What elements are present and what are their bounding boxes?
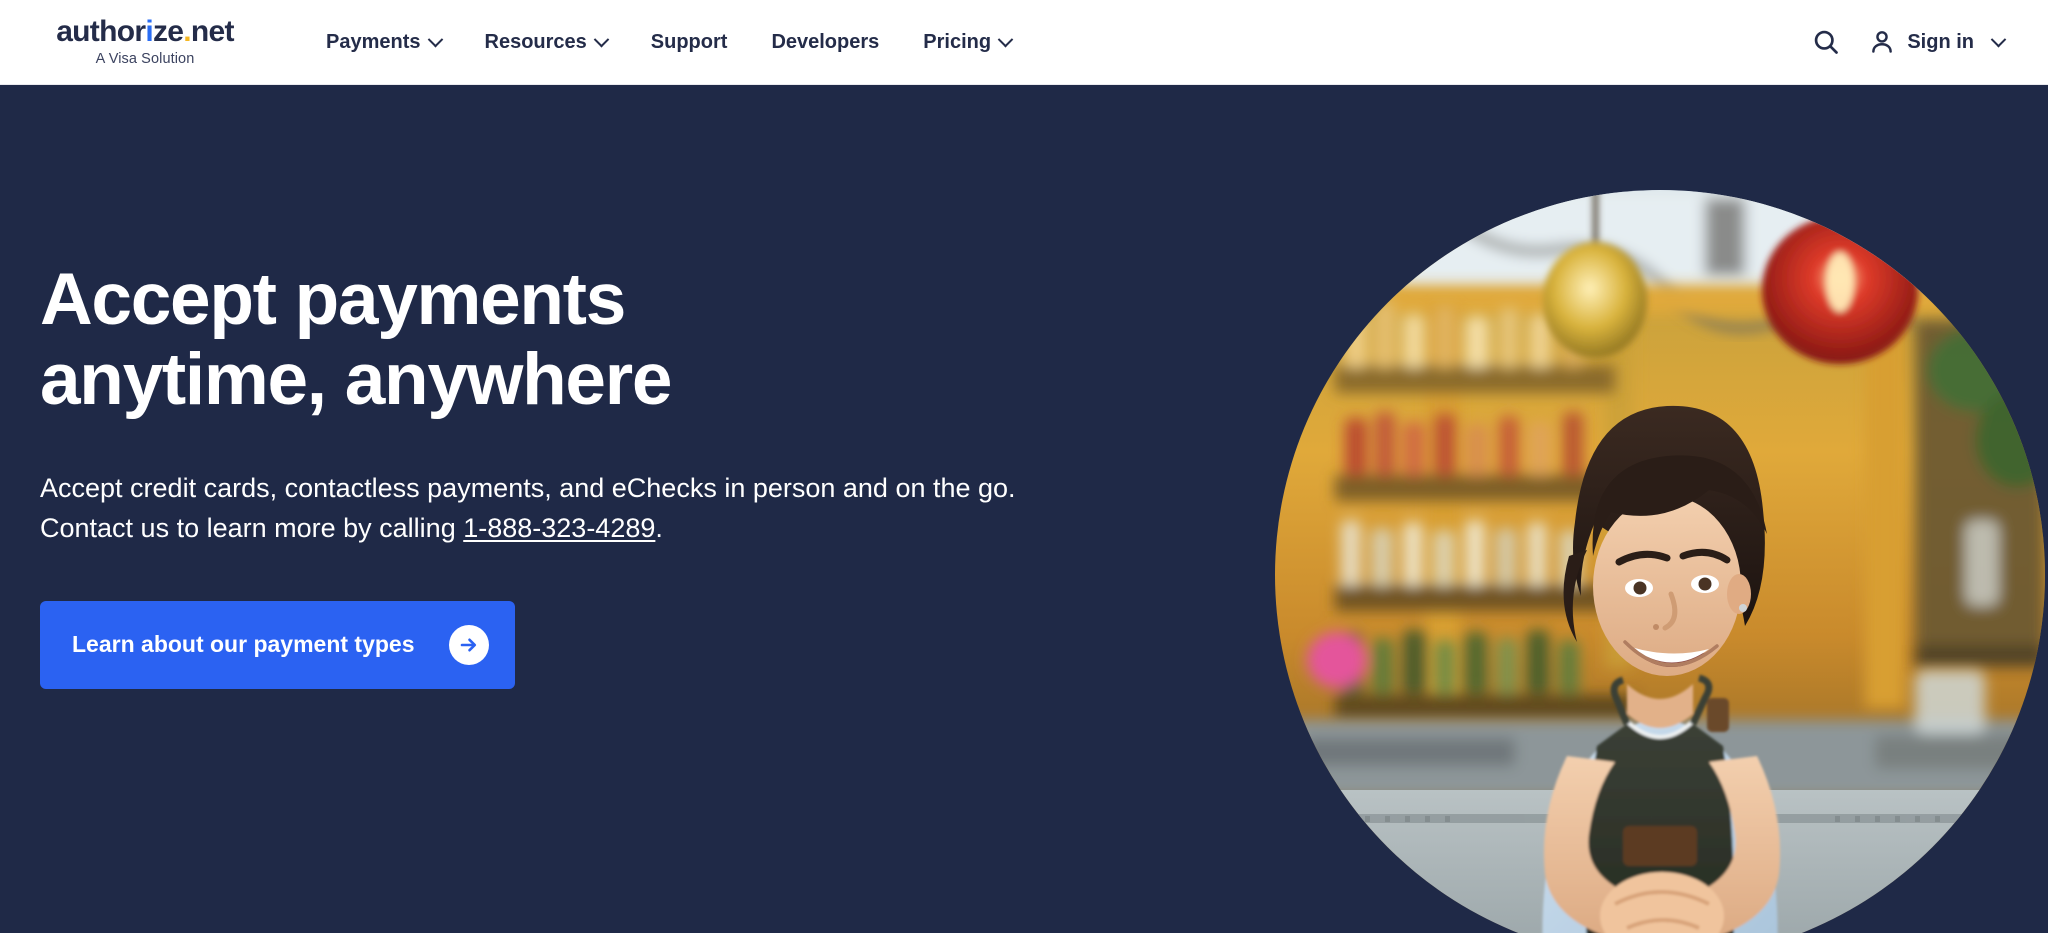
site-logo[interactable]: authorize.net A Visa Solution	[30, 17, 260, 67]
chevron-down-icon	[593, 31, 610, 47]
hero-photo	[1275, 190, 2045, 933]
logo-text-authorize: author	[56, 15, 146, 49]
chevron-down-icon	[1990, 31, 2007, 47]
logo-tagline: A Visa Solution	[95, 51, 195, 68]
logo-yellow-dot: .	[183, 15, 191, 49]
nav-item-resources[interactable]: Resources	[463, 21, 629, 64]
nav-item-support[interactable]: Support	[629, 21, 750, 64]
logo-text-ze: ze	[152, 15, 184, 49]
sign-in-label: Sign in	[1907, 30, 1974, 53]
hero-title-line-1: Accept payments	[40, 259, 626, 340]
search-button[interactable]	[1800, 16, 1852, 68]
phone-link[interactable]: 1-888-323-4289	[463, 513, 655, 543]
logo-text-net: net	[190, 15, 235, 49]
cta-label: Learn about our payment types	[72, 631, 415, 658]
hero-section: Accept payments anytime, anywhere Accept…	[0, 85, 2048, 933]
hero-photo-illustration	[1275, 190, 2045, 933]
hero-title-line-2: anytime, anywhere	[40, 338, 672, 420]
hero-subtitle-period: .	[655, 512, 663, 543]
logo-blue-dot-i: i	[145, 15, 153, 49]
site-header: authorize.net A Visa Solution Payments R…	[0, 0, 2048, 85]
chevron-down-icon	[997, 31, 1014, 47]
hero-subtitle: Accept credit cards, contactless payment…	[40, 469, 1040, 548]
sign-in-button[interactable]: Sign in	[1852, 20, 2010, 64]
user-icon	[1872, 31, 1893, 53]
header-utilities: Sign in	[1800, 16, 2010, 68]
nav-label-developers: Developers	[771, 30, 880, 53]
nav-label-payments: Payments	[326, 30, 421, 53]
primary-navigation: Payments Resources Support Developers Pr…	[304, 21, 1033, 64]
search-icon	[1815, 30, 1839, 54]
hero-copy: Accept payments anytime, anywhere Accept…	[40, 260, 1050, 689]
nav-label-resources: Resources	[484, 30, 587, 53]
learn-about-payment-types-button[interactable]: Learn about our payment types	[40, 600, 515, 689]
nav-label-pricing: Pricing	[923, 30, 992, 53]
arrow-right-circle-icon	[448, 624, 489, 665]
hero-title: Accept payments anytime, anywhere	[40, 260, 1050, 419]
nav-item-payments[interactable]: Payments	[304, 21, 463, 64]
nav-item-developers[interactable]: Developers	[749, 21, 901, 64]
nav-label-support: Support	[650, 30, 728, 53]
chevron-down-icon	[427, 31, 443, 47]
nav-item-pricing[interactable]: Pricing	[901, 21, 1033, 64]
logo-wordmark: authorize.net	[56, 17, 234, 47]
